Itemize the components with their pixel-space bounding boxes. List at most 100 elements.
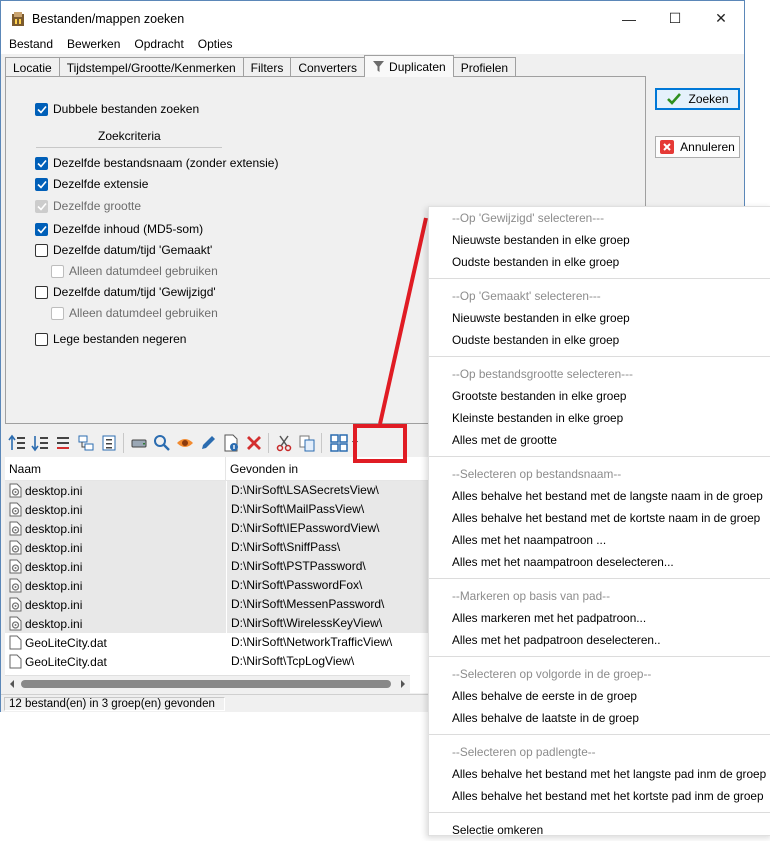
toolbar-button[interactable] xyxy=(28,432,51,454)
menu-item[interactable]: Grootste bestanden in elke groep xyxy=(429,385,770,407)
cancel-button[interactable]: Annuleren xyxy=(655,136,740,158)
same-modified-checkbox[interactable]: Dezelfde datum/tijd 'Gewijzigd' xyxy=(35,285,216,299)
menu-item[interactable]: Alles behalve het bestand met het kortst… xyxy=(429,785,770,807)
ini-file-icon xyxy=(9,521,22,536)
row-location-cell: D:\NirSoft\NetworkTrafficView\ xyxy=(226,633,428,652)
menu-bewerken[interactable]: Bewerken xyxy=(59,36,126,54)
same-extension-checkbox[interactable]: Dezelfde extensie xyxy=(35,177,148,191)
search-button[interactable]: Zoeken xyxy=(655,88,740,110)
column-header-name[interactable]: Naam xyxy=(5,457,226,480)
row-name-cell: desktop.ini xyxy=(5,557,226,576)
row-file-name: desktop.ini xyxy=(25,597,83,612)
tab-label: Filters xyxy=(250,60,284,75)
ignore-empty-checkbox[interactable]: Lege bestanden negeren xyxy=(35,332,186,346)
tab-profielen[interactable]: Profielen xyxy=(452,57,517,77)
menu-item[interactable]: Alles met de grootte xyxy=(429,429,770,451)
same-content-checkbox[interactable]: Dezelfde inhoud (MD5-som) xyxy=(35,222,203,236)
checkbox-label: Dezelfde extensie xyxy=(53,177,149,191)
row-name-cell: desktop.ini xyxy=(5,500,226,519)
table-row[interactable]: desktop.ini D:\NirSoft\LSASecretsView\ xyxy=(5,481,428,500)
row-name-cell: desktop.ini xyxy=(5,538,226,557)
toolbar-button[interactable] xyxy=(150,432,173,454)
table-row[interactable]: GeoLiteCity.dat D:\NirSoft\TcpLogView\ xyxy=(5,652,428,671)
table-row[interactable]: desktop.ini D:\NirSoft\IEPasswordView\ xyxy=(5,519,428,538)
table-row[interactable]: desktop.ini D:\NirSoft\MailPassView\ xyxy=(5,500,428,519)
menu-item[interactable]: Oudste bestanden in elke groep xyxy=(429,251,770,273)
menu-item[interactable]: Alles markeren met het padpatroon... xyxy=(429,607,770,629)
menu-item[interactable]: Nieuwste bestanden in elke groep xyxy=(429,307,770,329)
menu-item[interactable]: Selectie omkeren xyxy=(429,819,770,841)
menu-item[interactable]: Alles behalve het bestand met de kortste… xyxy=(429,507,770,529)
menu-item[interactable]: Alles behalve de laatste in de groep xyxy=(429,707,770,729)
maximize-button[interactable]: ☐ xyxy=(652,1,698,36)
pencil-icon xyxy=(201,436,215,449)
menu-item[interactable]: Alles behalve het bestand met het langst… xyxy=(429,763,770,785)
menu-item[interactable]: Oudste bestanden in elke groep xyxy=(429,329,770,351)
tab-tijdstempel[interactable]: Tijdstempel/Grootte/Kenmerken xyxy=(58,57,244,77)
toolbar-button[interactable] xyxy=(219,432,242,454)
title-bar[interactable]: Bestanden/mappen zoeken — ☐ ✕ xyxy=(1,1,744,36)
menu-item[interactable]: Alles met het naampatroon ... xyxy=(429,529,770,551)
tab-filters[interactable]: Filters xyxy=(242,57,292,77)
menu-item[interactable]: Alles met het naampatroon deselecteren..… xyxy=(429,551,770,573)
toolbar-button[interactable] xyxy=(74,432,97,454)
toolbar-button[interactable] xyxy=(173,432,196,454)
toolbar-button[interactable] xyxy=(127,432,150,454)
find-duplicates-checkbox[interactable]: Dubbele bestanden zoeken xyxy=(35,102,199,116)
tab-label: Duplicaten xyxy=(389,59,446,74)
checkbox-label: Dezelfde inhoud (MD5-som) xyxy=(53,222,204,236)
close-button[interactable]: ✕ xyxy=(698,1,744,36)
toolbar-button[interactable] xyxy=(242,432,265,454)
column-header-location[interactable]: Gevonden in xyxy=(226,457,298,480)
row-location-cell: D:\NirSoft\MailPassView\ xyxy=(226,500,428,519)
scrollbar-thumb[interactable] xyxy=(21,680,391,688)
row-name-cell: GeoLiteCity.dat xyxy=(5,633,226,652)
horizontal-scrollbar[interactable] xyxy=(5,675,410,693)
ini-file-icon xyxy=(9,559,22,574)
row-name-cell: desktop.ini xyxy=(5,481,226,500)
table-row[interactable]: desktop.ini D:\NirSoft\SniffPass\ xyxy=(5,538,428,557)
tab-locatie[interactable]: Locatie xyxy=(5,57,60,77)
table-row[interactable]: desktop.ini D:\NirSoft\PSTPassword\ xyxy=(5,557,428,576)
filter-icon xyxy=(373,61,385,72)
row-file-name: desktop.ini xyxy=(25,521,83,536)
menu-item[interactable]: Alles met het padpatroon deselecteren.. xyxy=(429,629,770,651)
table-row[interactable]: desktop.ini D:\NirSoft\PasswordFox\ xyxy=(5,576,428,595)
scroll-left-icon[interactable] xyxy=(8,679,16,689)
table-row[interactable]: GeoLiteCity.dat D:\NirSoft\NetworkTraffic… xyxy=(5,633,428,652)
eye-icon xyxy=(176,439,193,447)
tab-converters[interactable]: Converters xyxy=(290,57,366,77)
menu-opties[interactable]: Opties xyxy=(190,36,239,54)
menu-item[interactable]: Nieuwste bestanden in elke groep xyxy=(429,229,770,251)
row-file-name: desktop.ini xyxy=(25,616,83,631)
table-row[interactable]: desktop.ini D:\NirSoft\MessenPassword\ xyxy=(5,595,428,614)
same-created-checkbox[interactable]: Dezelfde datum/tijd 'Gemaakt' xyxy=(35,243,212,257)
toolbar-button[interactable] xyxy=(196,432,219,454)
folder-tree-icon xyxy=(78,435,93,451)
toolbar-divider xyxy=(268,433,269,453)
same-filename-checkbox[interactable]: Dezelfde bestandsnaam (zonder extensie) xyxy=(35,156,278,170)
blank-file-icon xyxy=(9,654,22,669)
toolbar-button[interactable] xyxy=(97,432,120,454)
scroll-right-icon[interactable] xyxy=(399,679,407,689)
ini-file-icon xyxy=(9,540,22,555)
app-icon xyxy=(12,11,24,26)
checkbox-label: Dubbele bestanden zoeken xyxy=(53,102,200,116)
results-list[interactable]: Naam Gevonden in desktop.ini D:\NirSoft\L… xyxy=(5,457,428,693)
toolbar-button[interactable] xyxy=(272,432,295,454)
toolbar-button[interactable] xyxy=(51,432,74,454)
toolbar-button[interactable] xyxy=(5,432,28,454)
tab-duplicaten[interactable]: Duplicaten xyxy=(364,55,454,77)
toolbar-button[interactable] xyxy=(295,432,318,454)
menu-item[interactable]: Alles behalve de eerste in de groep xyxy=(429,685,770,707)
menu-group-header: --Selecteren op volgorde in de groep-- xyxy=(452,667,652,681)
menu-item[interactable]: Alles behalve het bestand met de langste… xyxy=(429,485,770,507)
menu-item[interactable]: Kleinste bestanden in elke groep xyxy=(429,407,770,429)
table-row[interactable]: desktop.ini D:\NirSoft\WirelessKeyView\ xyxy=(5,614,428,633)
menu-bestand[interactable]: Bestand xyxy=(1,36,59,54)
menu-opdracht[interactable]: Opdracht xyxy=(126,36,189,54)
criteria-divider xyxy=(36,147,222,148)
tab-strip: Locatie Tijdstempel/Grootte/Kenmerken Fi… xyxy=(5,55,517,77)
minimize-button[interactable]: — xyxy=(606,1,652,36)
same-size-checkbox: Dezelfde grootte xyxy=(35,199,141,213)
